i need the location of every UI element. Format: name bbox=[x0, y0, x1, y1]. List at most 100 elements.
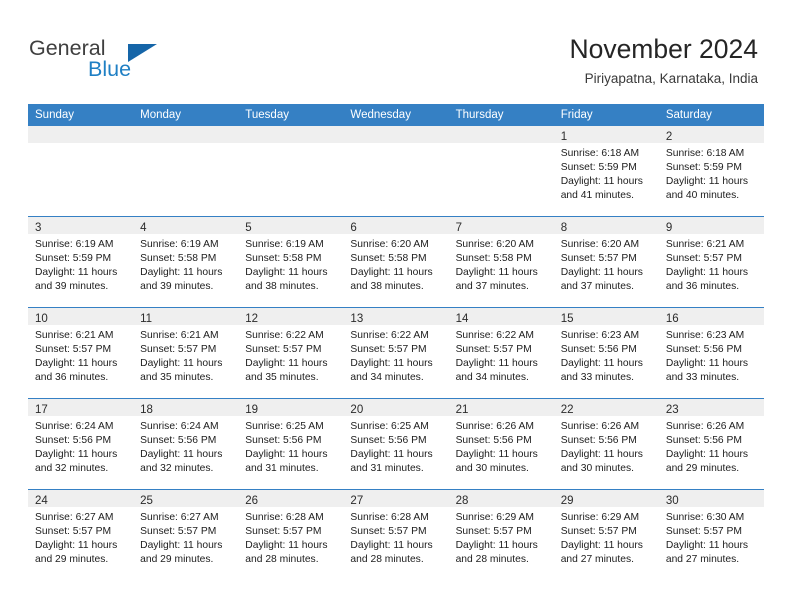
calendar-day-cell[interactable]: 28 Sunrise: 6:29 AM Sunset: 5:57 PM Dayligh… bbox=[448, 489, 554, 580]
day-number: 8 bbox=[560, 222, 568, 234]
day-number-band: 15 bbox=[553, 308, 659, 325]
day-number: 5 bbox=[245, 222, 252, 234]
day-number: 4 bbox=[140, 222, 147, 234]
calendar-day-cell[interactable]: 6 Sunrise: 6:20 AM Sunset: 5:58 PM Daylight… bbox=[343, 216, 449, 308]
day-detail-line: Sunrise: 6:21 AM bbox=[35, 330, 114, 341]
calendar-day-cell[interactable]: 17 Sunrise: 6:24 AM Sunset: 5:56 PM Dayligh… bbox=[28, 398, 134, 490]
calendar-day-cell[interactable]: 27 Sunrise: 6:28 AM Sunset: 5:57 PM Dayligh… bbox=[343, 489, 449, 580]
day-detail-line: Daylight: 11 hours bbox=[245, 540, 328, 552]
calendar-week-row: 24 Sunrise: 6:27 AM Sunset: 5:57 PM Dayligh… bbox=[28, 489, 764, 580]
day-detail-lines: Sunrise: 6:20 AM Sunset: 5:58 PM Daylight:… bbox=[343, 234, 448, 294]
calendar-day-cell[interactable]: 1 Sunrise: 6:18 AM Sunset: 5:59 PM Daylight… bbox=[553, 125, 659, 217]
day-number-band bbox=[238, 126, 344, 143]
day-number-band: 29 bbox=[553, 490, 659, 507]
day-detail-line: Sunset: 5:58 PM bbox=[455, 253, 532, 265]
day-detail-line: Daylight: 11 hours bbox=[665, 449, 749, 461]
calendar-day-cell[interactable]: 14 Sunrise: 6:22 AM Sunset: 5:57 PM Dayligh… bbox=[448, 307, 554, 399]
day-number: 10 bbox=[35, 313, 48, 325]
day-detail-line: Daylight: 11 hours bbox=[455, 449, 538, 461]
weekday-header-sunday: Sunday bbox=[28, 104, 134, 126]
day-number: 16 bbox=[665, 313, 679, 325]
calendar-day-cell[interactable]: 3 Sunrise: 6:19 AM Sunset: 5:59 PM Daylight… bbox=[28, 216, 134, 308]
calendar-day-cell[interactable]: 25 Sunrise: 6:27 AM Sunset: 5:57 PM Dayligh… bbox=[133, 489, 239, 580]
day-number-band: 6 bbox=[343, 217, 449, 234]
day-detail-line: Sunset: 5:56 PM bbox=[560, 435, 637, 447]
day-detail-line: and 28 minutes. bbox=[455, 554, 529, 566]
calendar-day-cell[interactable]: 5 Sunrise: 6:19 AM Sunset: 5:58 PM Daylight… bbox=[238, 216, 344, 308]
calendar-day-cell[interactable]: 7 Sunrise: 6:20 AM Sunset: 5:58 PM Daylight… bbox=[448, 216, 554, 308]
calendar-day-cell[interactable]: 29 Sunrise: 6:29 AM Sunset: 5:57 PM Dayligh… bbox=[553, 489, 659, 580]
day-detail-line: Sunset: 5:57 PM bbox=[35, 526, 112, 538]
day-number: 18 bbox=[140, 404, 153, 416]
day-detail-line: Daylight: 11 hours bbox=[35, 267, 118, 279]
day-detail-line: Sunrise: 6:19 AM bbox=[35, 239, 114, 250]
calendar-day-cell-empty bbox=[28, 125, 134, 217]
day-detail-line: Sunrise: 6:22 AM bbox=[455, 330, 534, 341]
day-number: 29 bbox=[560, 495, 574, 507]
day-detail-line: Sunset: 5:56 PM bbox=[665, 344, 742, 356]
day-detail-line: and 33 minutes. bbox=[560, 372, 634, 384]
general-blue-logo[interactable]: General Blue bbox=[29, 36, 209, 88]
calendar-day-cell[interactable]: 4 Sunrise: 6:19 AM Sunset: 5:58 PM Daylight… bbox=[133, 216, 239, 308]
calendar-day-cell[interactable]: 18 Sunrise: 6:24 AM Sunset: 5:56 PM Dayligh… bbox=[133, 398, 239, 490]
calendar-day-cell[interactable]: 11 Sunrise: 6:21 AM Sunset: 5:57 PM Dayligh… bbox=[133, 307, 239, 399]
day-detail-lines: Sunrise: 6:24 AM Sunset: 5:56 PM Daylight:… bbox=[133, 416, 238, 476]
day-detail-line: Daylight: 11 hours bbox=[455, 358, 538, 370]
calendar-day-cell[interactable]: 12 Sunrise: 6:22 AM Sunset: 5:57 PM Dayligh… bbox=[238, 307, 344, 399]
day-detail-line: Sunrise: 6:19 AM bbox=[245, 239, 324, 250]
calendar-day-cell[interactable]: 10 Sunrise: 6:21 AM Sunset: 5:57 PM Dayligh… bbox=[28, 307, 134, 399]
day-detail-lines: Sunrise: 6:25 AM Sunset: 5:56 PM Daylight:… bbox=[238, 416, 343, 476]
day-number-band: 22 bbox=[553, 399, 659, 416]
calendar-day-cell[interactable]: 19 Sunrise: 6:25 AM Sunset: 5:56 PM Dayligh… bbox=[238, 398, 344, 490]
calendar-day-cell[interactable]: 13 Sunrise: 6:22 AM Sunset: 5:57 PM Dayligh… bbox=[343, 307, 449, 399]
calendar-day-cell[interactable]: 21 Sunrise: 6:26 AM Sunset: 5:56 PM Dayligh… bbox=[448, 398, 554, 490]
day-number-band: 24 bbox=[28, 490, 134, 507]
day-detail-line: Sunset: 5:58 PM bbox=[350, 253, 427, 265]
day-detail-lines: Sunrise: 6:25 AM Sunset: 5:56 PM Daylight:… bbox=[343, 416, 448, 476]
day-detail-line: Sunrise: 6:22 AM bbox=[350, 330, 429, 341]
day-detail-line: Sunrise: 6:23 AM bbox=[665, 330, 745, 341]
day-number: 2 bbox=[665, 131, 673, 143]
calendar-day-cell[interactable]: 22 Sunrise: 6:26 AM Sunset: 5:56 PM Dayligh… bbox=[553, 398, 659, 490]
calendar-day-cell[interactable]: 20 Sunrise: 6:25 AM Sunset: 5:56 PM Dayligh… bbox=[343, 398, 449, 490]
day-detail-line: Daylight: 11 hours bbox=[455, 267, 538, 279]
calendar-day-cell[interactable]: 24 Sunrise: 6:27 AM Sunset: 5:57 PM Dayligh… bbox=[28, 489, 134, 580]
day-detail-line: Daylight: 11 hours bbox=[665, 358, 749, 370]
day-detail-line: Sunset: 5:57 PM bbox=[560, 526, 637, 538]
calendar-day-cell-empty bbox=[133, 125, 239, 217]
calendar-day-cell[interactable]: 23 Sunrise: 6:26 AM Sunset: 5:56 PM Dayligh… bbox=[658, 398, 764, 490]
day-detail-line: Sunrise: 6:28 AM bbox=[350, 512, 429, 523]
day-detail-line: Sunrise: 6:28 AM bbox=[245, 512, 324, 523]
day-number-band: 23 bbox=[658, 399, 764, 416]
day-number-band: 9 bbox=[658, 217, 764, 234]
day-detail-line: Sunrise: 6:29 AM bbox=[560, 512, 640, 523]
weekday-header-wednesday: Wednesday bbox=[343, 104, 449, 126]
day-number-band: 28 bbox=[448, 490, 554, 507]
calendar-day-cell[interactable]: 26 Sunrise: 6:28 AM Sunset: 5:57 PM Dayligh… bbox=[238, 489, 344, 580]
day-detail-line: and 38 minutes. bbox=[350, 281, 424, 293]
calendar-day-cell[interactable]: 15 Sunrise: 6:23 AM Sunset: 5:56 PM Dayligh… bbox=[553, 307, 659, 399]
day-detail-line: Daylight: 11 hours bbox=[350, 540, 433, 552]
day-number-band: 8 bbox=[553, 217, 659, 234]
day-detail-lines: Sunrise: 6:24 AM Sunset: 5:56 PM Daylight:… bbox=[28, 416, 133, 476]
calendar-day-cell[interactable]: 8 Sunrise: 6:20 AM Sunset: 5:57 PM Daylight… bbox=[553, 216, 659, 308]
day-detail-line: and 28 minutes. bbox=[245, 554, 319, 566]
day-detail-line: and 27 minutes. bbox=[665, 554, 740, 566]
day-detail-line: Daylight: 11 hours bbox=[455, 540, 538, 552]
day-detail-lines: Sunrise: 6:26 AM Sunset: 5:56 PM Daylight:… bbox=[659, 416, 764, 476]
calendar-day-cell[interactable]: 2 Sunrise: 6:18 AM Sunset: 5:59 PM Daylight… bbox=[658, 125, 764, 217]
day-detail-line: and 41 minutes. bbox=[560, 190, 634, 202]
calendar-day-cell[interactable]: 16 Sunrise: 6:23 AM Sunset: 5:56 PM Dayligh… bbox=[658, 307, 764, 399]
logo-text-blue: Blue bbox=[88, 57, 132, 81]
day-number-band: 7 bbox=[448, 217, 554, 234]
day-number: 13 bbox=[350, 313, 364, 325]
calendar-day-cell[interactable]: 30 Sunrise: 6:30 AM Sunset: 5:57 PM Dayligh… bbox=[658, 489, 764, 580]
triangle-logo-icon bbox=[128, 44, 157, 62]
page-title: November 2024 bbox=[569, 34, 758, 64]
day-detail-line: Sunrise: 6:27 AM bbox=[35, 512, 114, 523]
day-detail-lines: Sunrise: 6:21 AM Sunset: 5:57 PM Daylight:… bbox=[659, 234, 764, 294]
calendar-day-cell[interactable]: 9 Sunrise: 6:21 AM Sunset: 5:57 PM Daylight… bbox=[658, 216, 764, 308]
day-detail-line: Sunset: 5:57 PM bbox=[350, 344, 427, 356]
day-number-band: 2 bbox=[658, 126, 764, 143]
day-detail-line: Sunrise: 6:21 AM bbox=[140, 330, 219, 341]
